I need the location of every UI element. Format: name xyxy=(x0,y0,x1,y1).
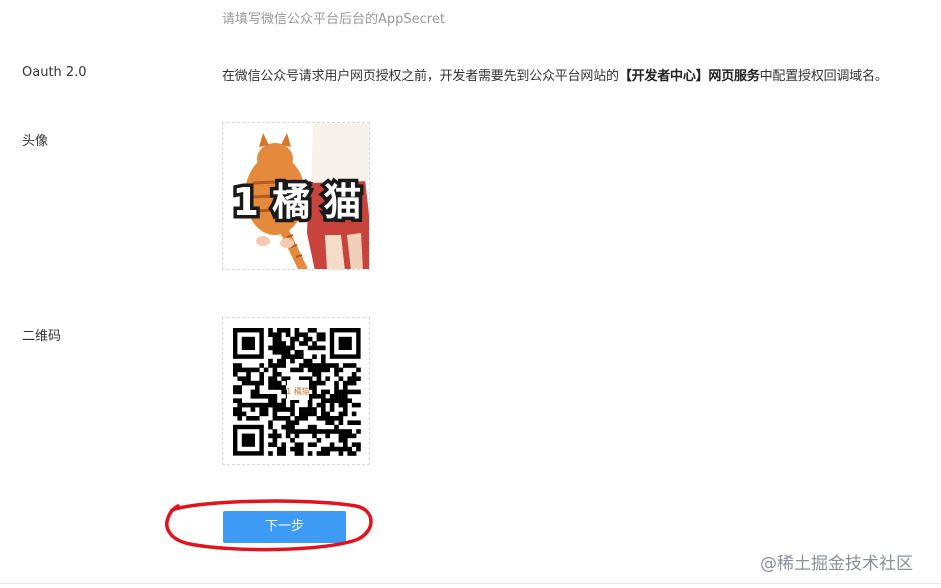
avatar-text: 1 橘 猫 xyxy=(233,180,362,224)
bottom-divider xyxy=(0,583,941,584)
oauth-description: 在微信公众号请求用户网页授权之前，开发者需要先到公众平台网站的【开发者中心】网页… xyxy=(222,65,888,84)
oauth-desc-text: 在微信公众号请求用户网页授权之前，开发者需要先到公众平台网站的 xyxy=(222,69,619,84)
juejin-watermark: @稀土掘金技术社区 xyxy=(760,554,913,574)
qrcode-upload[interactable]: 1 橘猫 xyxy=(222,317,370,465)
oauth-desc-web-service: 网页服务 xyxy=(708,69,760,84)
avatar-image: 1 橘 猫 xyxy=(223,123,369,269)
oauth-label: Oauth 2.0 xyxy=(22,65,87,80)
qrcode-center-logo: 1 橘猫 xyxy=(286,386,310,396)
qrcode-label: 二维码 xyxy=(22,329,62,344)
appsecret-hint: 请填写微信公众平台后台的AppSecret xyxy=(222,12,445,27)
avatar-upload[interactable]: 1 橘 猫 xyxy=(222,122,370,270)
qrcode-image: 1 橘猫 xyxy=(223,318,369,464)
next-step-button[interactable]: 下一步 xyxy=(223,511,346,543)
avatar-label: 头像 xyxy=(22,134,49,149)
oauth-desc-developer-center: 【开发者中心】 xyxy=(618,69,709,84)
oauth-desc-suffix: 中配置授权回调域名。 xyxy=(759,69,888,84)
wechat-config-form: 请填写微信公众平台后台的AppSecret Oauth 2.0 在微信公众号请求… xyxy=(0,0,941,588)
